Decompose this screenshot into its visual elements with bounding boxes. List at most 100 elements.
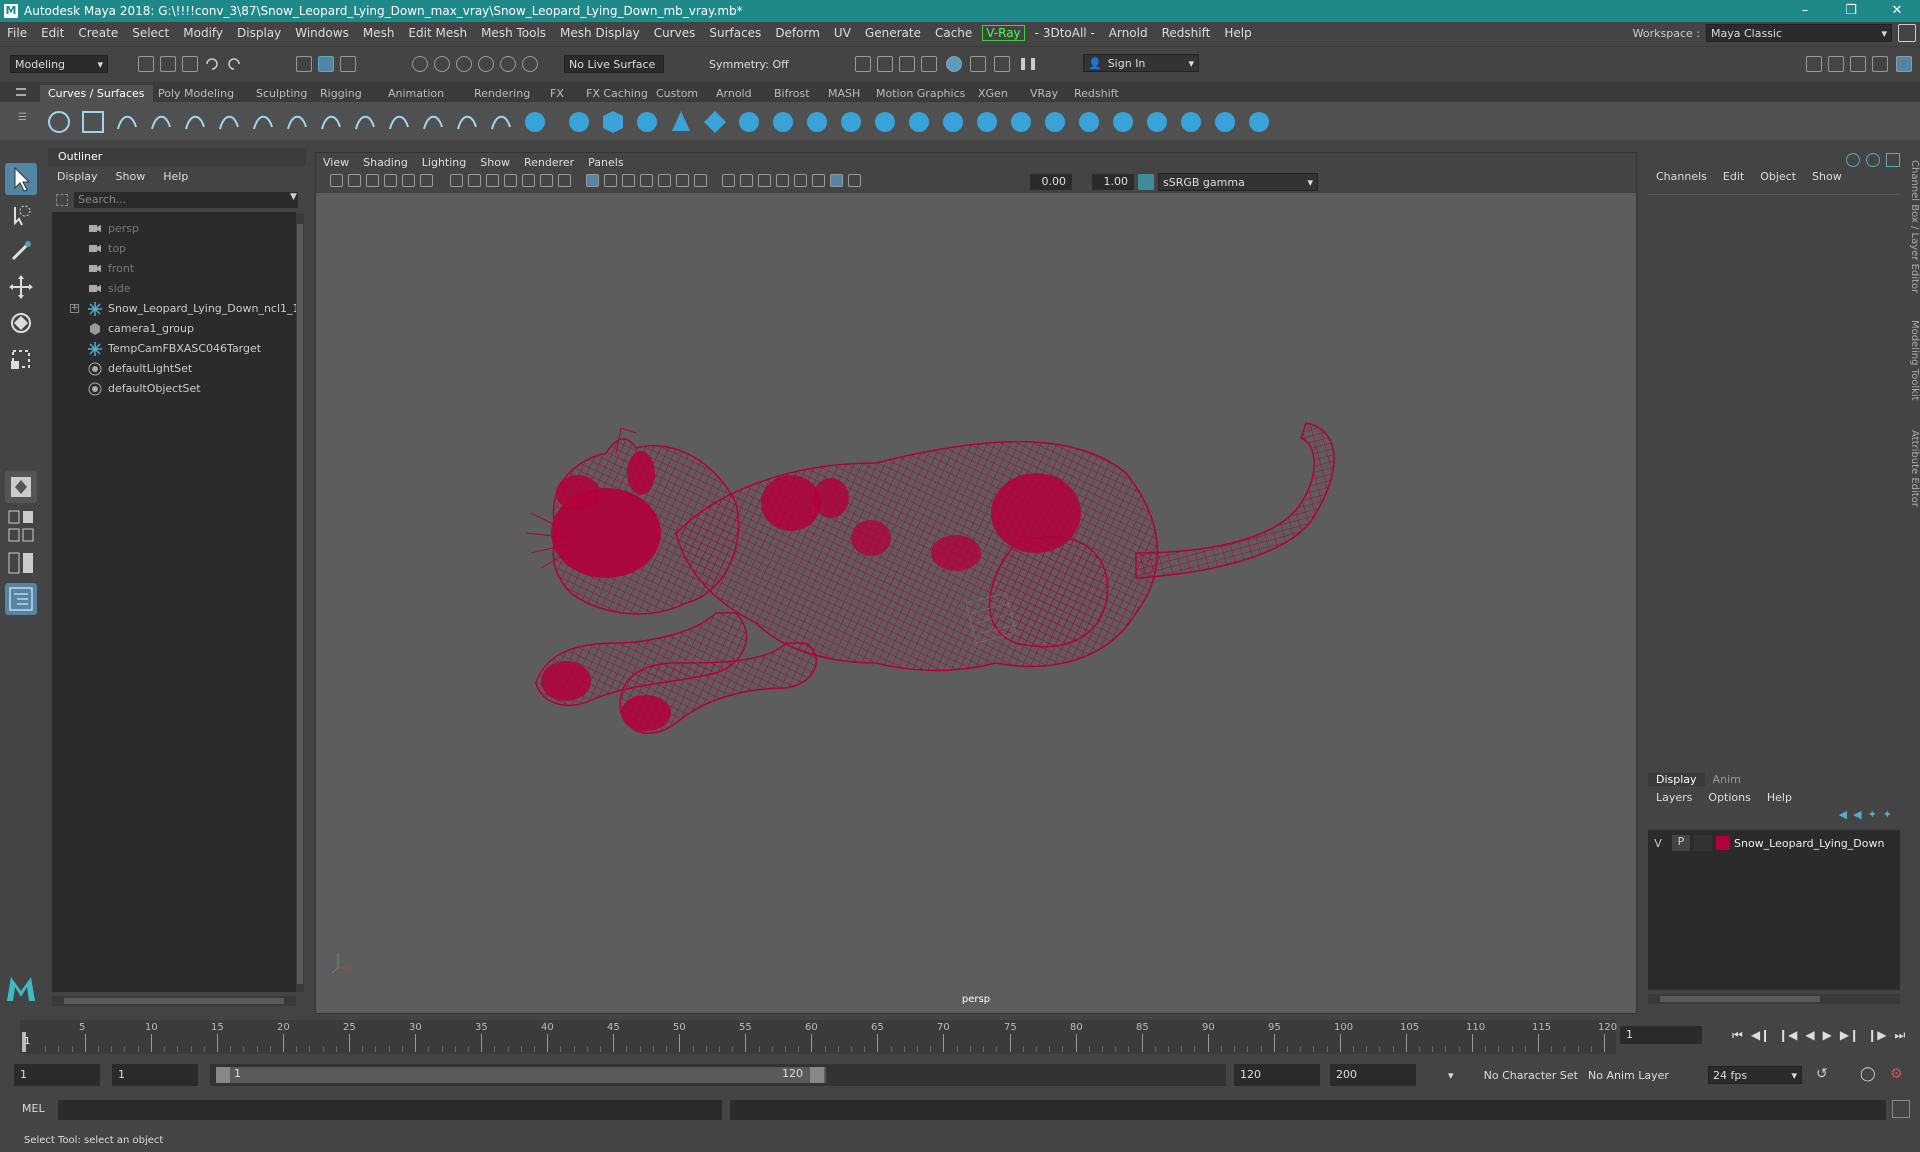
insert-knot-icon[interactable]: [454, 109, 480, 135]
outliner-item[interactable]: top: [52, 238, 296, 258]
nurbs-square-icon[interactable]: [80, 109, 106, 135]
play-forwards-icon[interactable]: ▶: [1823, 1028, 1832, 1043]
current-frame-field[interactable]: 1: [1620, 1026, 1702, 1044]
current-time-indicator[interactable]: [22, 1032, 26, 1052]
nurbs-torus-icon[interactable]: [736, 109, 762, 135]
playback-end-field[interactable]: 120: [1234, 1064, 1320, 1086]
sculpt-geometry-icon[interactable]: [1212, 109, 1238, 135]
viewport-menu-panels[interactable]: Panels: [581, 156, 630, 169]
character-set-dropdown[interactable]: ▾ No Character Set: [1444, 1066, 1582, 1084]
select-by-object-icon[interactable]: [318, 56, 334, 72]
command-input[interactable]: [58, 1100, 722, 1120]
two-point-arc-icon[interactable]: [318, 109, 344, 135]
three-point-arc-icon[interactable]: [352, 109, 378, 135]
channel-box-menu-channels[interactable]: Channels: [1648, 170, 1715, 183]
channel-box-icon[interactable]: [1896, 56, 1912, 72]
curve-tool-icon[interactable]: [284, 109, 310, 135]
outliner-item[interactable]: defaultObjectSet: [52, 378, 296, 398]
extend-curve-icon[interactable]: [488, 109, 514, 135]
script-editor-icon[interactable]: [1892, 1100, 1910, 1118]
nurbs-cube-icon[interactable]: [600, 109, 626, 135]
menu-uv[interactable]: UV: [827, 26, 858, 40]
select-by-component-icon[interactable]: [340, 56, 356, 72]
wireframe-icon[interactable]: [586, 174, 599, 187]
tab-channel-box-layer-editor[interactable]: Channel Box / Layer Editor: [1906, 160, 1920, 293]
single-perspective-view-icon[interactable]: [5, 471, 37, 503]
nurbs-cone-icon[interactable]: [668, 109, 694, 135]
detach-curves-icon[interactable]: [420, 109, 446, 135]
layer-color-swatch[interactable]: [1716, 836, 1730, 850]
field-chart-icon[interactable]: [522, 174, 535, 187]
cv-curve-icon[interactable]: [216, 109, 242, 135]
snap-grid-icon[interactable]: [412, 56, 428, 72]
select-by-hierarchy-icon[interactable]: [296, 56, 312, 72]
layer-menu-layers[interactable]: Layers: [1648, 791, 1700, 804]
time-slider[interactable]: 1 5 10 15 20 25 30 35 40 45 50 55 60 65 70 75 80 85 90 95 1…: [20, 1020, 1617, 1054]
viewport-menu-lighting[interactable]: Lighting: [415, 156, 473, 169]
layer-type-toggle[interactable]: [1694, 835, 1712, 851]
go-to-end-icon[interactable]: ⏭: [1894, 1028, 1905, 1043]
shelf-tab-vray[interactable]: VRay: [1022, 85, 1066, 102]
menu-create[interactable]: Create: [71, 26, 125, 40]
xray-icon[interactable]: [658, 174, 671, 187]
select-camera-icon[interactable]: [330, 174, 343, 187]
menu-cache[interactable]: Cache: [928, 26, 979, 40]
select-tool-icon[interactable]: [5, 163, 37, 195]
anti-aliasing-icon[interactable]: [776, 174, 789, 187]
character-controls-icon[interactable]: [1828, 56, 1844, 72]
filter-icon[interactable]: [56, 194, 68, 206]
viewport-panel[interactable]: View Shading Lighting Show Renderer Panels 0.…: [315, 152, 1637, 1014]
render-view-icon[interactable]: [855, 56, 871, 72]
modeling-toolkit-icon[interactable]: [1806, 56, 1822, 72]
color-management-icon[interactable]: [1138, 174, 1154, 190]
vray-render-icon[interactable]: [970, 56, 986, 72]
sign-in-button[interactable]: 👤 Sign In ▾: [1083, 54, 1199, 72]
snap-surface-icon[interactable]: [522, 56, 538, 72]
two-d-pan-zoom-icon[interactable]: [402, 174, 415, 187]
motion-blur-icon[interactable]: [758, 174, 771, 187]
outliner-horizontal-scrollbar[interactable]: [52, 996, 296, 1006]
shelf-tab-xgen[interactable]: XGen: [970, 85, 1016, 102]
use-default-material-icon[interactable]: [622, 174, 635, 187]
shelf-tab-fx-caching[interactable]: FX Caching: [578, 85, 656, 102]
tool-settings-icon[interactable]: [1872, 56, 1888, 72]
revolve-icon[interactable]: [770, 109, 796, 135]
bookmarks-icon[interactable]: [366, 174, 379, 187]
xray-active-icon[interactable]: [830, 174, 843, 187]
render-frame-icon[interactable]: [877, 56, 893, 72]
nurbs-plane-icon[interactable]: [702, 109, 728, 135]
menu-edit-mesh[interactable]: Edit Mesh: [401, 26, 474, 40]
scale-tool-icon[interactable]: [5, 343, 37, 375]
outliner-search-input[interactable]: Search...: [74, 192, 298, 208]
lock-icon[interactable]: [1898, 24, 1916, 42]
viewport-menu-renderer[interactable]: Renderer: [517, 156, 581, 169]
layer-row[interactable]: V P Snow_Leopard_Lying_Down: [1648, 834, 1900, 852]
attribute-editor-toggle-icon[interactable]: [1886, 153, 1900, 167]
step-back-frame-icon[interactable]: ❙◀: [1778, 1028, 1797, 1043]
hypershade-icon[interactable]: [946, 56, 962, 72]
ep-curve-icon[interactable]: [114, 109, 140, 135]
menu-arnold[interactable]: Arnold: [1102, 26, 1155, 40]
move-layer-down-icon[interactable]: ◀: [1853, 808, 1861, 821]
open-scene-icon[interactable]: [160, 56, 176, 72]
shelf-tab-custom[interactable]: Custom: [648, 85, 706, 102]
outliner-item[interactable]: camera1_group: [52, 318, 296, 338]
shelf-tab-rendering[interactable]: Rendering: [466, 85, 538, 102]
shelf-options-icon[interactable]: [16, 88, 26, 96]
menu-modify[interactable]: Modify: [176, 26, 230, 40]
menu-generate[interactable]: Generate: [858, 26, 928, 40]
animation-preferences-icon[interactable]: ⚙: [1890, 1066, 1903, 1082]
channel-box-icon[interactable]: [1846, 153, 1860, 167]
pause-icon[interactable]: ❚❚: [1018, 56, 1038, 72]
color-space-dropdown[interactable]: sSRGB gamma ▾: [1158, 173, 1318, 191]
auto-key-icon[interactable]: ◯: [1860, 1066, 1876, 1082]
smooth-shade-icon[interactable]: [604, 174, 617, 187]
rebuild-surface-icon[interactable]: [1246, 109, 1272, 135]
shelf-tab-mash[interactable]: MASH: [820, 85, 868, 102]
viewport-menu-view[interactable]: View: [316, 156, 356, 169]
gate-mask-icon[interactable]: [504, 174, 517, 187]
outliner-item[interactable]: front: [52, 258, 296, 278]
minimize-icon[interactable]: –: [1782, 0, 1828, 22]
layer-visibility-toggle[interactable]: V: [1648, 837, 1668, 850]
layer-editor-icon[interactable]: [1866, 153, 1880, 167]
